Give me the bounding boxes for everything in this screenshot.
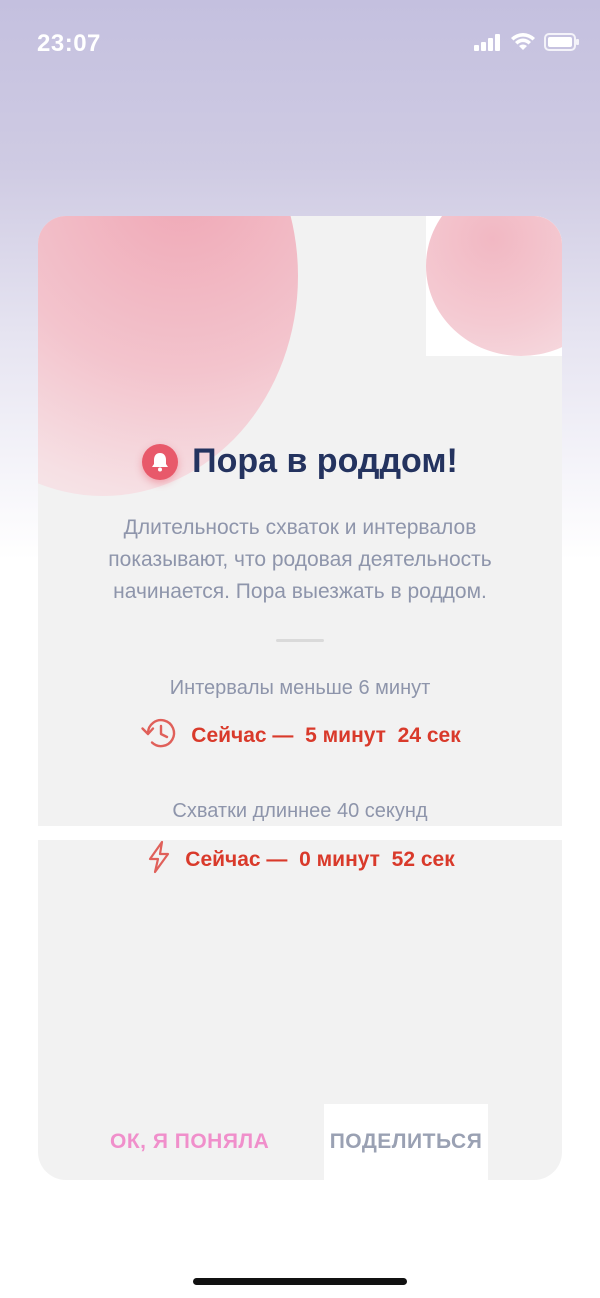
share-button[interactable]: ПОДЕЛИТЬСЯ — [324, 1104, 488, 1180]
contraction-row: Сейчас — 0 минут 52 сек — [38, 840, 562, 879]
divider — [276, 639, 324, 642]
status-bar: 23:07 — [0, 0, 600, 88]
contraction-label: Схватки длиннее 40 секунд — [172, 800, 428, 822]
dialog-header: Пора в роддом! — [38, 442, 562, 481]
wifi-icon — [510, 32, 536, 56]
interval-value: Сейчас — 5 минут 24 сек — [191, 723, 461, 747]
alert-dialog: Пора в роддом! Длительность схваток и ин… — [38, 216, 562, 1180]
status-icons — [474, 32, 580, 56]
ok-button[interactable]: ОК, Я ПОНЯЛА — [110, 1130, 269, 1154]
interval-label: Интервалы меньше 6 минут — [169, 677, 431, 699]
dialog-title: Пора в роддом! — [192, 442, 458, 480]
bell-icon — [142, 443, 179, 480]
battery-icon — [544, 32, 580, 56]
history-clock-icon — [139, 716, 179, 755]
dialog-description: Длительность схваток и интервалов показы… — [108, 516, 492, 603]
section-gap — [38, 826, 562, 840]
signal-icon — [474, 33, 502, 56]
interval-row: Сейчас — 5 минут 24 сек — [38, 716, 562, 755]
dialog-buttons: ОК, Я ПОНЯЛА ПОДЕЛИТЬСЯ — [38, 1104, 562, 1180]
lightning-icon — [145, 840, 173, 879]
status-time: 23:07 — [37, 30, 101, 57]
contraction-value: Сейчас — 0 минут 52 сек — [185, 847, 455, 871]
home-indicator[interactable] — [193, 1278, 407, 1285]
